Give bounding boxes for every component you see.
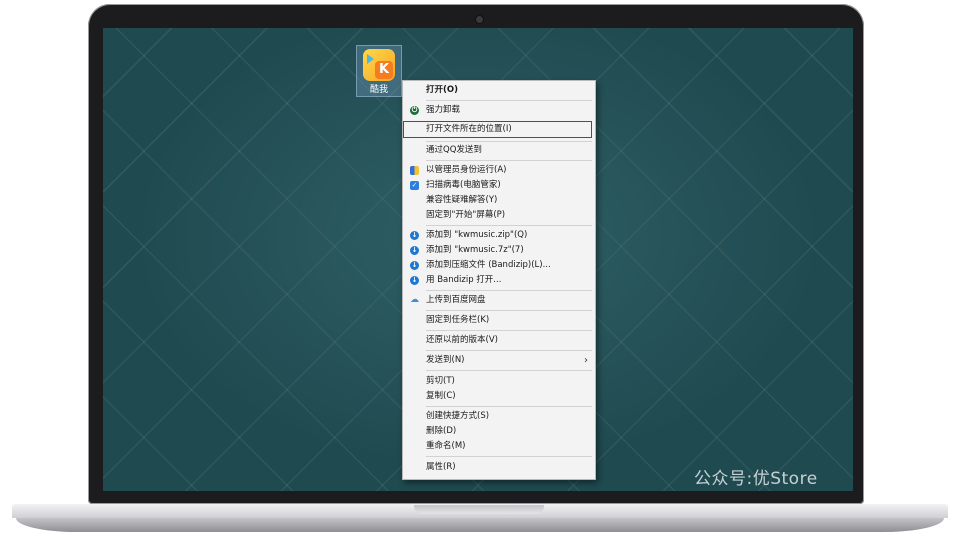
menu-item-label: 固定到"开始"屏幕(P): [426, 210, 506, 220]
menu-item-label: 添加到 "kwmusic.zip"(Q): [426, 230, 528, 240]
menu-separator: [426, 310, 592, 311]
watermark: 公众号:优Store: [694, 469, 818, 489]
menu-separator: [426, 456, 592, 457]
menu-item-label: 兼容性疑难解答(Y): [426, 195, 498, 205]
menu-item-label: 扫描病毒(电脑管家): [426, 180, 501, 190]
menu-item-label: 固定到任务栏(K): [426, 315, 490, 325]
menu-item-open-bandizip[interactable]: ↓ 用 Bandizip 打开...: [403, 273, 595, 288]
shield-icon: [410, 166, 419, 175]
bandizip-icon: ↓: [410, 246, 419, 255]
menu-item-send-via-qq[interactable]: 通过QQ发送到: [403, 143, 595, 158]
desktop-icon-kuwo[interactable]: K 酷我: [356, 45, 402, 97]
chevron-right-icon: ›: [584, 355, 588, 366]
menu-item-pin-taskbar[interactable]: 固定到任务栏(K): [403, 313, 595, 328]
menu-item-label: 用 Bandizip 打开...: [426, 275, 502, 285]
menu-item-label: 以管理员身份运行(A): [426, 165, 507, 175]
uninstall-icon: ⏻: [410, 106, 419, 115]
bandizip-icon: ↓: [410, 276, 419, 285]
menu-item-cut[interactable]: 剪切(T): [403, 374, 595, 389]
menu-item-label: 剪切(T): [426, 376, 455, 386]
play-triangle-icon: [367, 54, 374, 64]
bandizip-icon: ↓: [410, 261, 419, 270]
cloud-icon: ☁: [410, 295, 419, 305]
menu-item-upload-baidu[interactable]: ☁ 上传到百度网盘: [403, 293, 595, 308]
menu-item-create-shortcut[interactable]: 创建快捷方式(S): [403, 409, 595, 424]
menu-item-compatibility[interactable]: 兼容性疑难解答(Y): [403, 193, 595, 208]
menu-separator: [426, 141, 592, 142]
k-badge-icon: K: [375, 61, 393, 79]
menu-item-add-zip[interactable]: ↓ 添加到 "kwmusic.zip"(Q): [403, 228, 595, 243]
desktop-screen: K 酷我 打开(O) ⏻ 强力卸载 打开文件所在的位置(I) 通过QQ发送到 以…: [103, 28, 853, 491]
menu-item-rename[interactable]: 重命名(M): [403, 439, 595, 454]
menu-separator: [426, 225, 592, 226]
menu-separator: [426, 100, 592, 101]
menu-item-label: 创建快捷方式(S): [426, 411, 490, 421]
menu-item-properties[interactable]: 属性(R): [403, 460, 595, 475]
menu-item-label: 还原以前的版本(V): [426, 335, 498, 345]
menu-item-label: 发送到(N): [426, 355, 465, 365]
menu-item-restore-versions[interactable]: 还原以前的版本(V): [403, 333, 595, 348]
menu-item-pin-start[interactable]: 固定到"开始"屏幕(P): [403, 208, 595, 223]
menu-item-label: 添加到压缩文件 (Bandizip)(L)...: [426, 260, 551, 270]
menu-item-delete[interactable]: 删除(D): [403, 424, 595, 439]
highlight-box: [403, 121, 592, 138]
desktop-icon-label: 酷我: [369, 85, 388, 95]
menu-separator: [426, 330, 592, 331]
menu-item-label: 删除(D): [426, 426, 457, 436]
menu-item-label: 添加到 "kwmusic.7z"(7): [426, 245, 524, 255]
kuwo-app-icon: K: [363, 49, 395, 81]
menu-item-force-uninstall[interactable]: ⏻ 强力卸载: [403, 103, 595, 118]
menu-item-label: 重命名(M): [426, 441, 466, 451]
camera-icon: [476, 16, 483, 23]
laptop-opening-notch: [414, 505, 544, 514]
menu-item-open[interactable]: 打开(O): [403, 83, 595, 98]
menu-item-copy[interactable]: 复制(C): [403, 389, 595, 404]
menu-item-label: 打开(O): [426, 85, 458, 95]
menu-item-label: 复制(C): [426, 391, 456, 401]
menu-item-send-to[interactable]: 发送到(N) ›: [403, 353, 595, 368]
menu-item-label: 上传到百度网盘: [426, 295, 486, 305]
bandizip-icon: ↓: [410, 231, 419, 240]
menu-item-label: 通过QQ发送到: [426, 145, 482, 155]
menu-item-add-7z[interactable]: ↓ 添加到 "kwmusic.7z"(7): [403, 243, 595, 258]
menu-separator: [426, 406, 592, 407]
menu-item-label: 属性(R): [426, 462, 456, 472]
pc-manager-icon: ✓: [410, 181, 419, 190]
menu-item-add-archive[interactable]: ↓ 添加到压缩文件 (Bandizip)(L)...: [403, 258, 595, 273]
menu-separator: [426, 160, 592, 161]
laptop-base-edge: [16, 518, 944, 532]
menu-separator: [426, 290, 592, 291]
menu-item-run-as-admin[interactable]: 以管理员身份运行(A): [403, 163, 595, 178]
menu-separator: [426, 370, 592, 371]
menu-separator: [426, 350, 592, 351]
context-menu: 打开(O) ⏻ 强力卸载 打开文件所在的位置(I) 通过QQ发送到 以管理员身份…: [402, 80, 596, 480]
menu-item-label: 强力卸载: [426, 105, 461, 115]
menu-item-scan-virus[interactable]: ✓ 扫描病毒(电脑管家): [403, 178, 595, 193]
